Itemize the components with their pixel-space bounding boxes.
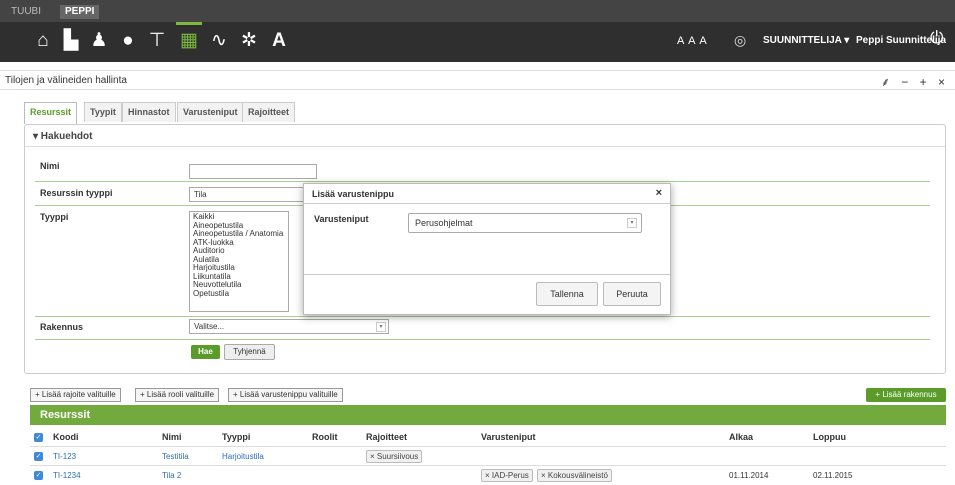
clear-button[interactable]: Tyhjennä [224, 344, 275, 360]
modal-divider [304, 274, 670, 275]
name-input[interactable] [189, 164, 317, 179]
cancel-button[interactable]: Peruuta [603, 282, 661, 306]
modal-header: Lisää varustenippu × [304, 184, 670, 204]
equipment-tag[interactable]: × IAD-Perus [481, 469, 533, 482]
window-controls[interactable]: ⸙ − + × [881, 73, 949, 90]
add-restriction-button[interactable]: + Lisää rajoite valituille [30, 388, 121, 402]
role-dropdown[interactable]: SUUNNITTELIJA ▾ [763, 35, 849, 46]
tab-peppi[interactable]: PEPPI [60, 5, 100, 19]
row-checkbox[interactable]: ✓ [34, 471, 43, 480]
page-header: Tilojen ja välineiden hallinta ⸙ − + × [0, 70, 955, 90]
column-header-code[interactable]: Koodi [53, 432, 79, 442]
row-end-date: 02.11.2015 [813, 471, 853, 480]
results-header: Resurssit [30, 405, 946, 425]
restriction-tag[interactable]: × Suursiivous [366, 450, 423, 463]
calendar-icon[interactable]: ▦ [176, 28, 202, 54]
row-divider [30, 465, 946, 466]
tab-rajoitteet[interactable]: Rajoitteet [242, 102, 296, 122]
resource-type-value: Tila [194, 190, 207, 199]
tab-tyypit[interactable]: Tyypit [84, 102, 122, 122]
row-code-link[interactable]: TI-123 [53, 452, 76, 461]
field-divider [35, 316, 930, 317]
add-equipment-modal: Lisää varustenippu × Varusteniput Peruso… [303, 183, 671, 315]
column-header-equipment[interactable]: Varusteniput [481, 432, 536, 442]
equipment-label: Varusteniput [314, 214, 369, 224]
results-title: Resurssit [40, 409, 91, 421]
row-type-link[interactable]: Harjoitustila [222, 452, 264, 461]
column-header-end[interactable]: Loppuu [813, 432, 846, 442]
column-header-type[interactable]: Tyyppi [222, 432, 250, 442]
column-header-start[interactable]: Alkaa [729, 432, 753, 442]
chevron-down-icon: ▾ [627, 218, 637, 228]
search-panel-header[interactable]: ▾ Hakuehdot [25, 125, 945, 147]
podium-icon[interactable]: ⊤ [144, 28, 170, 54]
building-select[interactable]: Valitse... ▾ [189, 319, 389, 334]
gear-icon[interactable]: ✲ [236, 28, 262, 54]
row-name-link[interactable]: Tila 2 [162, 471, 181, 480]
top-strip: TUUBI PEPPI [0, 0, 955, 22]
add-role-button[interactable]: + Lisää rooli valituille [135, 388, 220, 402]
type-listbox[interactable]: Kaikki Aineopetustila Aineopetustila / A… [189, 211, 289, 312]
power-icon[interactable]: ⏻ [930, 28, 943, 48]
text-size-controls[interactable]: A A A [677, 35, 708, 47]
tab-resurssit[interactable]: Resurssit [24, 102, 78, 124]
equipment-select-value: Perusohjelmat [415, 218, 473, 228]
row-checkbox[interactable]: ✓ [34, 452, 43, 461]
tab-hinnastot[interactable]: Hinnastot [122, 102, 176, 122]
close-icon[interactable]: × [656, 187, 662, 199]
eye-icon: ◎ [734, 32, 747, 48]
add-equipment-button[interactable]: + Lisää varustenippu valituille [228, 388, 343, 402]
pulse-icon[interactable]: ∿ [206, 28, 232, 54]
row-divider [30, 446, 946, 447]
tab-varusteniput[interactable]: Varusteniput [177, 102, 244, 122]
building-label: Rakennus [40, 322, 84, 332]
field-divider [35, 181, 930, 182]
tab-tuubi[interactable]: TUUBI [6, 5, 46, 19]
column-header-name[interactable]: Nimi [162, 432, 182, 442]
search-button[interactable]: Hae [191, 345, 220, 359]
name-label: Nimi [40, 161, 60, 171]
font-icon[interactable]: A [266, 28, 292, 54]
column-header-restrictions[interactable]: Rajoitteet [366, 432, 407, 442]
type-option[interactable]: Opetustila [193, 289, 285, 299]
page-title: Tilojen ja välineiden hallinta [5, 75, 127, 86]
row-code-link[interactable]: TI-1234 [53, 471, 81, 480]
lightbulb-icon[interactable]: ● [115, 28, 141, 54]
save-button[interactable]: Tallenna [536, 282, 598, 306]
equipment-tag[interactable]: × Kokousvälineistö [537, 469, 612, 482]
field-divider [35, 339, 930, 340]
search-heading[interactable]: ▾ Hakuehdot [33, 131, 92, 142]
building-value: Valitse... [194, 322, 225, 331]
chevron-down-icon: ▾ [376, 322, 386, 332]
row-start-date: 01.11.2014 [729, 471, 769, 480]
equipment-select[interactable]: Perusohjelmat ▾ [408, 213, 642, 233]
resource-type-label: Resurssin tyyppi [40, 188, 113, 198]
select-all-checkbox[interactable]: ✓ [34, 433, 43, 442]
column-header-roles[interactable]: Roolit [312, 432, 338, 442]
active-nav-indicator [176, 22, 202, 25]
copy-icon[interactable]: ▙ [58, 28, 84, 54]
main-navbar: ⌂ ▙ ♟ ● ⊤ ▦ ∿ ✲ A A A A ◎ SUUNNITTELIJA … [0, 22, 955, 62]
person-icon[interactable]: ♟ [86, 28, 112, 54]
add-building-button[interactable]: + Lisää rakennus [866, 388, 946, 402]
modal-title: Lisää varustenippu [312, 189, 395, 199]
type-label: Tyyppi [40, 212, 69, 222]
home-icon[interactable]: ⌂ [30, 28, 56, 54]
row-name-link[interactable]: Testitila [162, 452, 189, 461]
